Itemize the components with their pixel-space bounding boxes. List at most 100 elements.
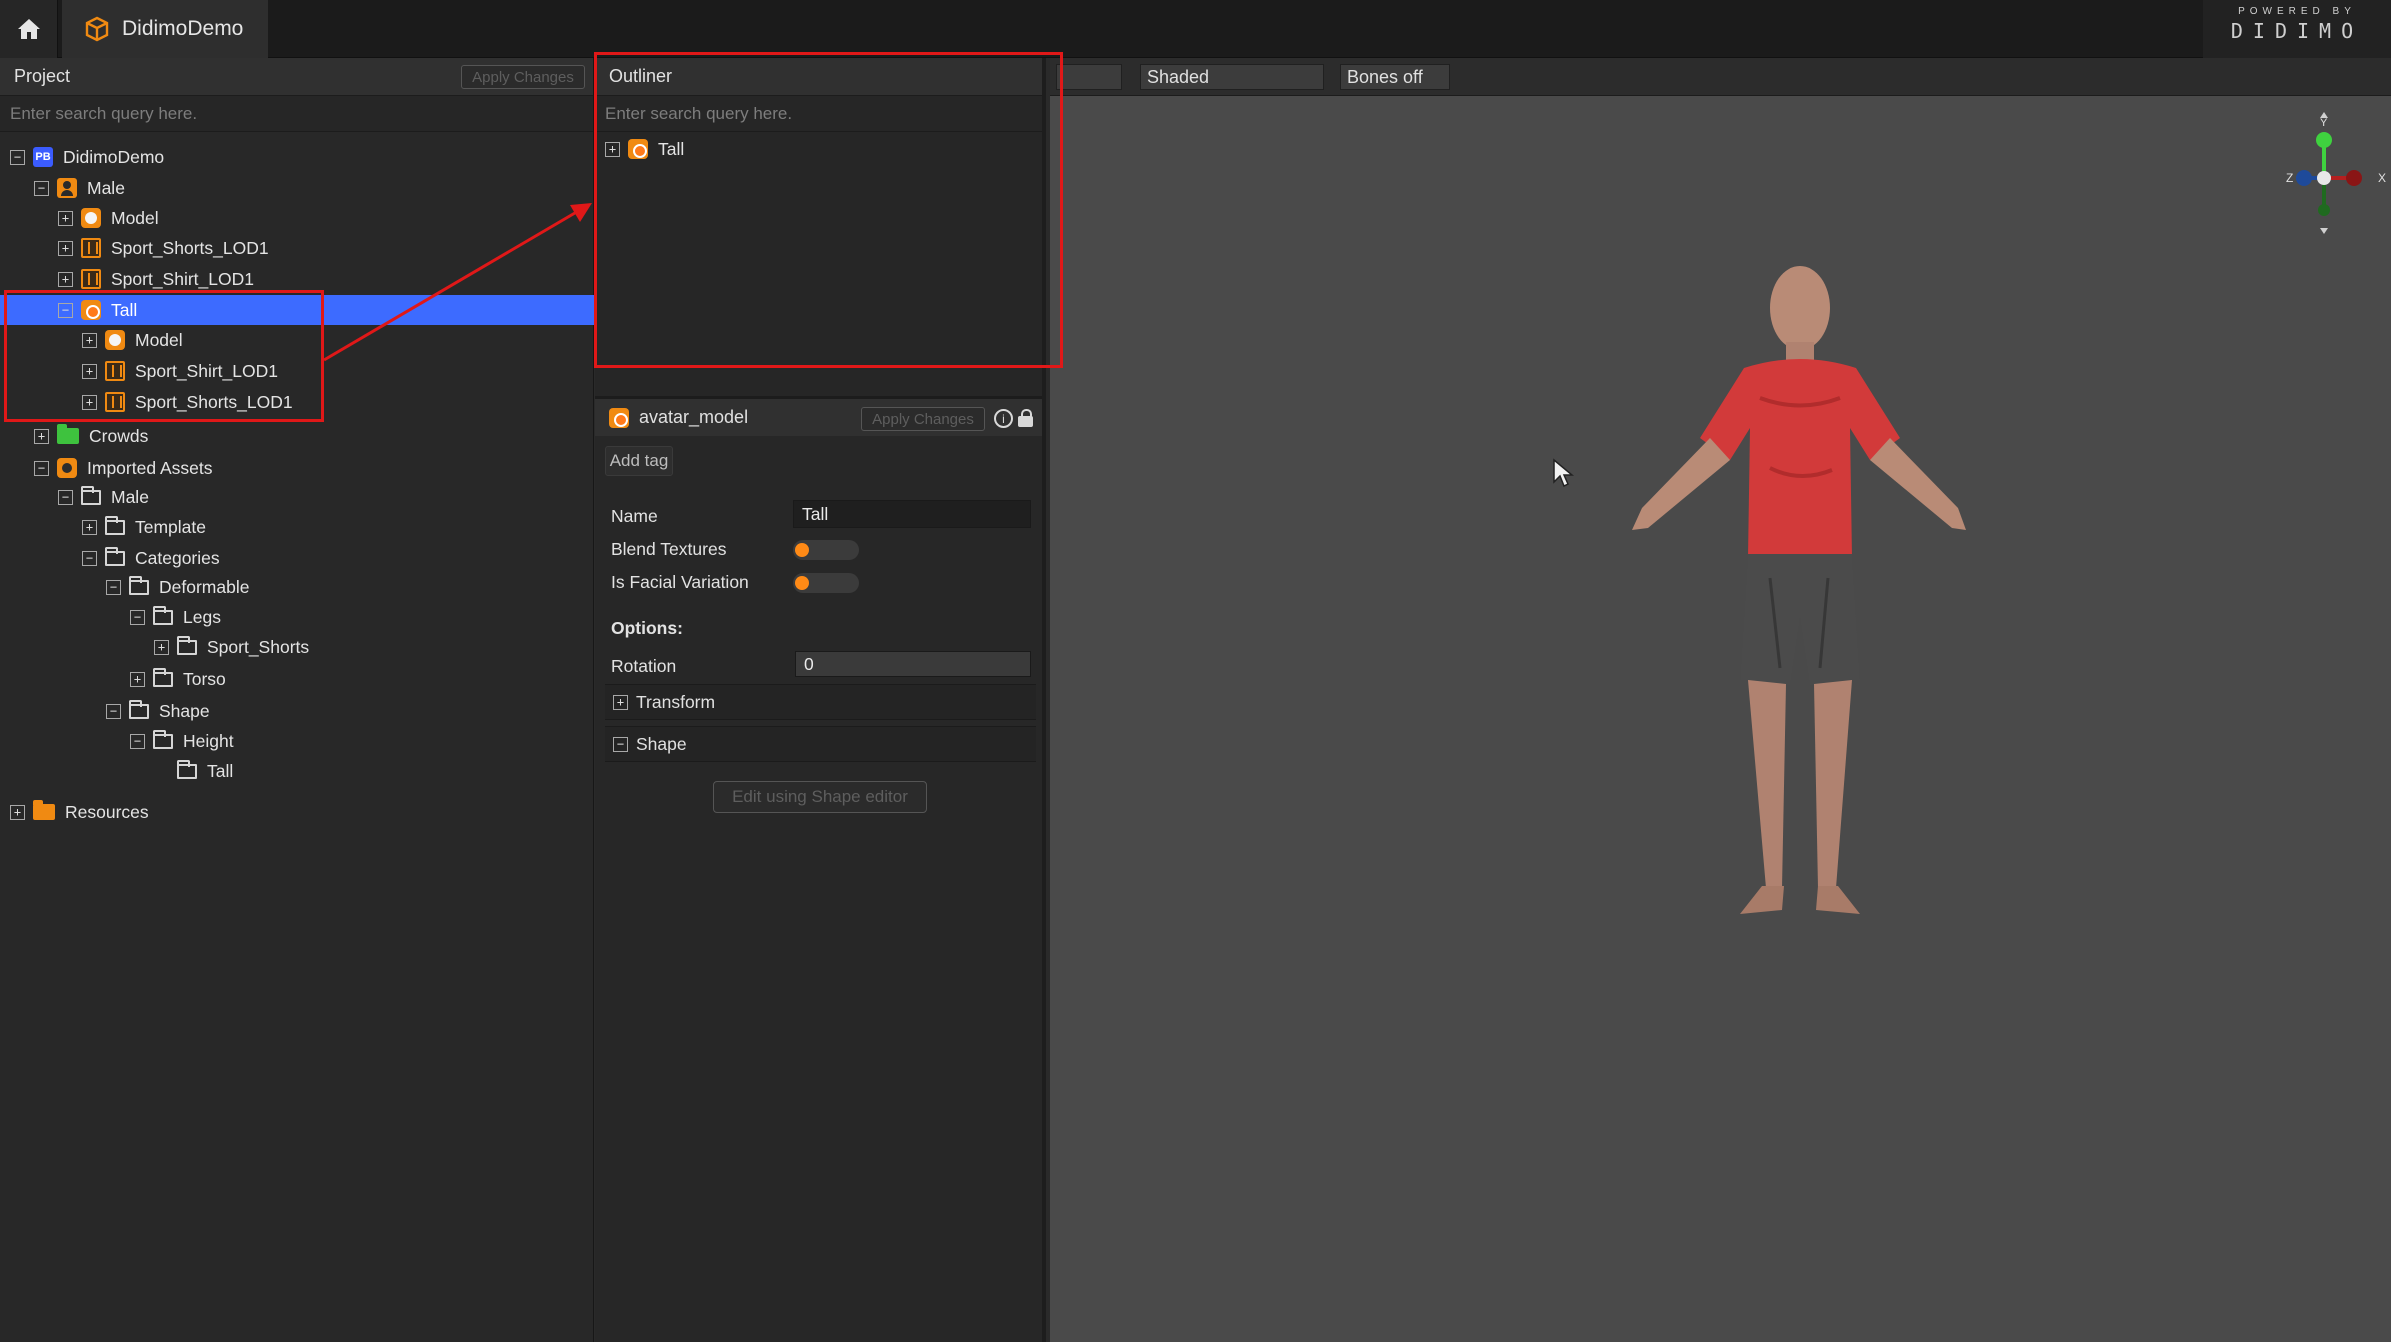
tree-item[interactable]: − Shape (0, 696, 594, 726)
axis-gizmo[interactable]: Y Z X (2250, 110, 2390, 240)
info-icon[interactable]: i (994, 409, 1013, 428)
tree-item[interactable]: − Male (0, 173, 594, 203)
tree-item[interactable]: + Model (0, 203, 594, 233)
expand-icon[interactable]: + (58, 240, 73, 256)
expand-icon[interactable]: + (130, 671, 145, 687)
expand-icon[interactable]: + (10, 804, 25, 820)
project-search-input[interactable]: Enter search query here. (0, 96, 593, 132)
toggle-knob (795, 543, 809, 557)
tree-item[interactable]: − Male (0, 482, 594, 512)
add-tag-button[interactable]: Add tag (605, 446, 673, 476)
expand-icon[interactable]: + (58, 271, 73, 287)
folder-icon (177, 635, 197, 655)
rotation-input[interactable]: 0 (795, 651, 1031, 677)
expand-icon[interactable]: + (605, 141, 620, 157)
outliner-search-input[interactable]: Enter search query here. (595, 96, 1042, 132)
clothing-icon (105, 392, 125, 412)
shape-section[interactable]: − Shape (605, 726, 1036, 762)
tree-item[interactable]: + Sport_Shirt_LOD1 (0, 356, 594, 386)
viewport-camera-dropdown[interactable] (1056, 64, 1122, 90)
expand-icon[interactable]: + (82, 394, 97, 410)
facial-variation-label: Is Facial Variation (611, 572, 749, 592)
tree-item-label: Male (87, 177, 125, 198)
tree-item[interactable]: + Sport_Shirt_LOD1 (0, 264, 594, 294)
model-icon (105, 330, 125, 350)
tree-item[interactable]: + Template (0, 512, 594, 542)
collapse-icon[interactable]: − (130, 733, 145, 749)
clothing-icon (105, 361, 125, 381)
folder-icon (153, 729, 173, 749)
tree-item[interactable]: Tall (0, 756, 594, 786)
collapse-icon[interactable]: − (613, 736, 628, 752)
collapse-icon[interactable]: − (58, 302, 73, 318)
lock-icon[interactable] (1018, 409, 1034, 428)
inspector-apply-changes-button[interactable]: Apply Changes (861, 407, 985, 431)
viewport[interactable]: Shaded Bones off Y Z X (1050, 58, 2391, 1342)
outliner-list: + Tall (595, 132, 1042, 396)
assets-icon (57, 458, 77, 478)
tree-item[interactable]: − Tall (0, 295, 594, 325)
app-tab-label: DidimoDemo (122, 17, 244, 40)
expand-icon[interactable]: + (58, 210, 73, 226)
expand-icon[interactable]: + (82, 332, 97, 348)
outliner-item-tall[interactable]: + Tall (605, 134, 1025, 164)
collapse-icon[interactable]: − (82, 550, 97, 566)
person-icon (57, 178, 77, 198)
tree-item[interactable]: + Model (0, 325, 594, 355)
tree-item[interactable]: + Resources (0, 797, 594, 827)
expand-icon[interactable]: + (82, 363, 97, 379)
tree-item[interactable]: + Crowds (0, 421, 594, 451)
tree-item[interactable]: − Imported Assets (0, 453, 594, 483)
project-apply-changes-button[interactable]: Apply Changes (461, 65, 585, 89)
collapse-icon[interactable]: − (130, 609, 145, 625)
powered-by-text: POWERED BY (2238, 6, 2356, 17)
expand-icon[interactable]: + (154, 639, 169, 655)
collapse-icon[interactable]: − (106, 703, 121, 719)
project-title: Project (14, 66, 71, 86)
bones-toggle-button[interactable]: Bones off (1340, 64, 1450, 90)
app-tab[interactable]: DidimoDemo (62, 0, 268, 58)
outliner-title: Outliner (609, 66, 673, 86)
collapse-icon[interactable]: − (58, 489, 73, 505)
model-icon (81, 300, 101, 320)
blend-textures-toggle[interactable] (793, 540, 859, 560)
tree-item[interactable]: + Torso (0, 664, 594, 694)
folder-icon (153, 605, 173, 625)
collapse-icon[interactable]: − (34, 180, 49, 196)
transform-section[interactable]: + Transform (605, 684, 1036, 720)
collapse-icon[interactable]: − (106, 579, 121, 595)
collapse-icon[interactable]: − (34, 460, 49, 476)
tree-item[interactable]: + Sport_Shorts (0, 632, 594, 662)
clothing-icon (81, 238, 101, 258)
tree-item[interactable]: + Sport_Shorts_LOD1 (0, 233, 594, 263)
home-button[interactable] (0, 0, 58, 58)
facial-variation-toggle[interactable] (793, 573, 859, 593)
tree-item[interactable]: − Categories (0, 543, 594, 573)
tree-item-label: Tall (111, 299, 138, 320)
folder-icon (129, 575, 149, 595)
expand-icon[interactable]: + (82, 519, 97, 535)
tree-item-label: Template (135, 516, 207, 537)
tree-item[interactable]: − Legs (0, 602, 594, 632)
shading-dropdown[interactable]: Shaded (1140, 64, 1324, 90)
blend-textures-label: Blend Textures (611, 539, 727, 559)
name-input[interactable]: Tall (793, 500, 1031, 528)
tree-item[interactable]: − PB DidimoDemo (0, 142, 594, 172)
edit-shape-editor-button[interactable]: Edit using Shape editor (713, 781, 927, 813)
tree-item-label: Categories (135, 547, 220, 568)
folder-icon (105, 546, 125, 566)
tree-item[interactable]: + Sport_Shorts_LOD1 (0, 387, 594, 417)
expand-icon[interactable]: + (34, 428, 49, 444)
project-panel: Project Apply Changes Enter search query… (0, 58, 594, 1342)
tree-item-label: Model (111, 207, 159, 228)
project-header: Project Apply Changes (0, 58, 593, 96)
avatar-3d-model[interactable] (1570, 238, 2030, 998)
cube-icon (85, 16, 109, 42)
tree-item[interactable]: − Deformable (0, 572, 594, 602)
tree-item[interactable]: − Height (0, 726, 594, 756)
outliner-header: Outliner (595, 58, 1042, 96)
tree-item-label: Shape (159, 700, 210, 721)
viewport-toolbar: Shaded Bones off (1050, 58, 2391, 96)
collapse-icon[interactable]: − (10, 149, 25, 165)
expand-icon[interactable]: + (613, 694, 628, 710)
